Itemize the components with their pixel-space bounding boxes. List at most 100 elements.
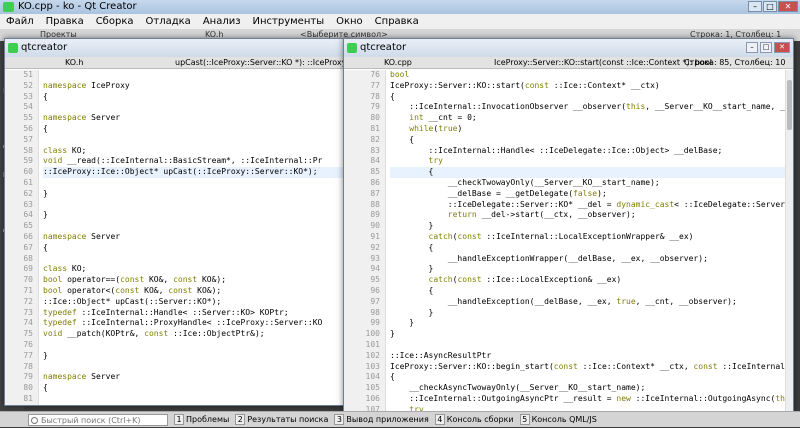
code-line[interactable] <box>43 135 346 146</box>
menu-item[interactable]: Файл <box>0 14 40 29</box>
right-file-selector[interactable]: KO.cpp <box>384 57 412 69</box>
left-symbol-selector[interactable]: upCast(::IceProxy::Server::KO *): ::IceP… <box>175 57 354 69</box>
line-number: 72 <box>5 297 33 308</box>
code-line[interactable]: } <box>390 318 785 329</box>
code-line[interactable]: { <box>43 124 346 135</box>
line-number: 69 <box>5 264 33 275</box>
code-line[interactable]: while(true) <box>390 124 785 135</box>
code-line[interactable] <box>43 178 346 189</box>
code-line[interactable]: catch(const ::Ice::LocalException& __ex) <box>390 275 785 286</box>
code-line[interactable]: catch(const ::IceInternal::LocalExceptio… <box>390 232 785 243</box>
right-scrollbar[interactable] <box>785 70 793 411</box>
code-line[interactable]: bool <box>390 70 785 81</box>
code-line[interactable] <box>43 102 346 113</box>
code-line[interactable]: int __cnt = 0; <box>390 113 785 124</box>
code-line[interactable]: typedef ::IceInternal::Handle< ::Server:… <box>43 308 346 319</box>
code-line[interactable] <box>43 70 346 81</box>
menu-item[interactable]: Инструменты <box>247 14 331 29</box>
qt-logo-icon <box>3 2 14 12</box>
line-number: 51 <box>5 70 33 81</box>
code-line[interactable]: } <box>43 210 346 221</box>
code-line[interactable] <box>390 340 785 351</box>
right-symbol-selector[interactable]: IceProxy::Server::KO::start(const ::Ice:… <box>494 57 712 69</box>
output-pane-button[interactable]: 1Проблемы <box>174 412 229 428</box>
code-line[interactable]: { <box>390 372 785 383</box>
maximize-button[interactable]: □ <box>760 42 772 53</box>
code-line[interactable]: IceProxy::Server::KO::start(const ::Ice:… <box>390 81 785 92</box>
right-code-editor[interactable]: 7677787980818283848586878889909192939495… <box>344 70 793 411</box>
code-line[interactable]: namespace IceProxy <box>43 81 346 92</box>
line-number: 67 <box>5 243 33 254</box>
code-line[interactable]: { <box>390 286 785 297</box>
code-line[interactable]: ::IceDelegate::Server::KO* __del = dynam… <box>390 200 785 211</box>
left-code-editor[interactable]: 5152535455565758596061626364656667686970… <box>5 70 354 405</box>
menu-item[interactable]: Отладка <box>140 14 197 29</box>
left-window-titlebar[interactable]: qtcreator <box>5 39 354 57</box>
pane-label: Проблемы <box>186 412 229 428</box>
code-line[interactable]: } <box>390 308 785 319</box>
output-pane-button[interactable]: 3Вывод приложения <box>334 412 428 428</box>
menu-item[interactable]: Окно <box>330 14 369 29</box>
code-line[interactable]: __delBase = __getDelegate(false); <box>390 189 785 200</box>
code-line[interactable]: } <box>43 189 346 200</box>
code-line[interactable] <box>43 221 346 232</box>
output-pane-button[interactable]: 4Консоль сборки <box>435 412 514 428</box>
code-line[interactable] <box>43 254 346 265</box>
code-line[interactable]: __handleException(__delBase, __ex, true,… <box>390 297 785 308</box>
code-line[interactable]: ::Ice::AsyncResultPtr <box>390 351 785 362</box>
code-line[interactable]: ::IceInternal::OutgoingAsyncPtr __result… <box>390 394 785 405</box>
code-line[interactable]: ::IceInternal::InvocationObserver __obse… <box>390 102 785 113</box>
code-line[interactable]: __handleExceptionWrapper(__delBase, __ex… <box>390 254 785 265</box>
qt-logo-icon <box>8 43 18 53</box>
code-line[interactable]: { <box>390 243 785 254</box>
code-line[interactable] <box>43 362 346 373</box>
code-line[interactable]: { <box>43 243 346 254</box>
right-window-titlebar[interactable]: qtcreator – □ ✕ <box>344 39 793 57</box>
code-line[interactable]: { <box>43 92 346 103</box>
menu-item[interactable]: Анализ <box>197 14 247 29</box>
left-file-selector[interactable]: KO.h <box>65 57 83 69</box>
code-line[interactable]: } <box>390 221 785 232</box>
code-line[interactable]: class KO; <box>43 146 346 157</box>
code-line[interactable]: } <box>43 351 346 362</box>
close-button[interactable]: ✕ <box>778 1 798 12</box>
code-line[interactable]: ::IceInternal::Handle< ::IceDelegate::Ic… <box>390 146 785 157</box>
code-line[interactable]: try <box>390 156 785 167</box>
code-line[interactable]: return __del->start(__ctx, __observer); <box>390 210 785 221</box>
close-button[interactable]: ✕ <box>774 42 790 53</box>
code-line[interactable]: { <box>43 383 346 394</box>
menubar: ФайлПравкаСборкаОтладкаАнализИнструменты… <box>0 14 800 29</box>
code-line[interactable] <box>43 340 346 351</box>
code-line[interactable]: { <box>390 135 785 146</box>
minimize-button[interactable]: – <box>748 1 762 12</box>
minimize-button[interactable]: – <box>746 42 758 53</box>
code-line[interactable]: ::IceProxy::Ice::Object* upCast(::IcePro… <box>43 167 346 178</box>
menu-item[interactable]: Справка <box>369 14 425 29</box>
code-line[interactable]: { <box>390 167 785 178</box>
locator-search-input[interactable]: Быстрый поиск (Ctrl+K) <box>28 414 168 426</box>
maximize-button[interactable]: □ <box>763 1 777 12</box>
line-number: 63 <box>5 200 33 211</box>
code-line[interactable]: namespace Server <box>43 372 346 383</box>
code-line[interactable]: namespace Server <box>43 232 346 243</box>
code-line[interactable]: void __patch(KOPtr&, const ::Ice::Object… <box>43 329 346 340</box>
menu-item[interactable]: Сборка <box>90 14 140 29</box>
output-pane-button[interactable]: 2Результаты поиска <box>235 412 328 428</box>
output-pane-button[interactable]: 5Консоль QML/JS <box>520 412 597 428</box>
code-line[interactable] <box>43 394 346 405</box>
code-line[interactable]: namespace Server <box>43 113 346 124</box>
code-line[interactable]: bool operator<(const KO&, const KO&); <box>43 286 346 297</box>
code-line[interactable]: void __read(::IceInternal::BasicStream*,… <box>43 156 346 167</box>
code-line[interactable]: } <box>390 329 785 340</box>
menu-item[interactable]: Правка <box>40 14 90 29</box>
code-line[interactable]: class KO; <box>43 264 346 275</box>
code-line[interactable]: } <box>390 264 785 275</box>
code-line[interactable]: ::Ice::Object* upCast(::Server::KO*); <box>43 297 346 308</box>
code-line[interactable] <box>43 200 346 211</box>
code-line[interactable]: { <box>390 92 785 103</box>
code-line[interactable]: typedef ::IceInternal::ProxyHandle< ::Ic… <box>43 318 346 329</box>
code-line[interactable]: bool operator==(const KO&, const KO&); <box>43 275 346 286</box>
code-line[interactable]: __checkAsyncTwowayOnly(__Server__KO__sta… <box>390 383 785 394</box>
code-line[interactable]: IceProxy::Server::KO::begin_start(const … <box>390 362 785 373</box>
code-line[interactable]: __checkTwowayOnly(__Server__KO__start_na… <box>390 178 785 189</box>
